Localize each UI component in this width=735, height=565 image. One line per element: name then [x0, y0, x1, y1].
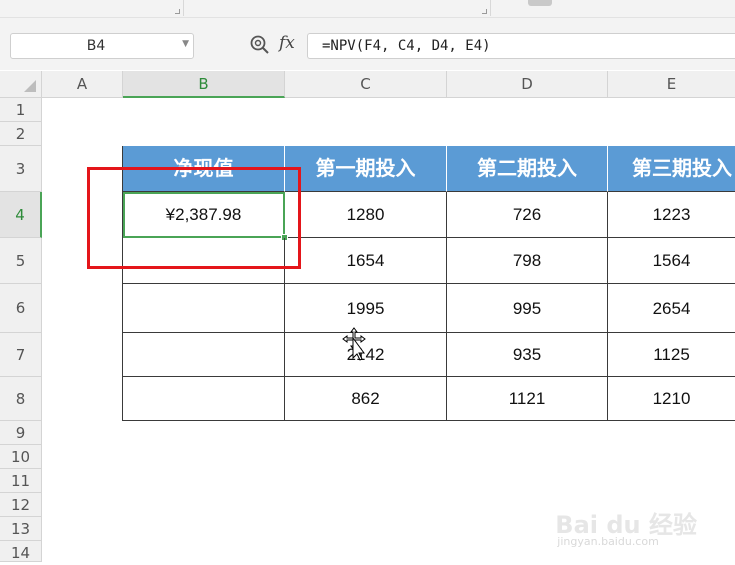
name-box-value: B4 — [86, 38, 106, 54]
cell-e7[interactable]: 1125 — [608, 333, 735, 377]
cell-d7[interactable]: 935 — [447, 333, 608, 377]
cell-e6[interactable]: 2654 — [608, 284, 735, 333]
cell-c7[interactable]: 2142 — [285, 333, 447, 377]
toolbar-strip — [0, 0, 735, 18]
header-cell-period2[interactable]: 第二期投入 — [447, 146, 608, 192]
column-header-c[interactable]: C — [285, 71, 447, 98]
header-cell-period3[interactable]: 第三期投入 — [608, 146, 735, 192]
cell-d6[interactable]: 995 — [447, 284, 608, 333]
cell-d4[interactable]: 726 — [447, 192, 608, 238]
column-header-d[interactable]: D — [447, 71, 608, 98]
highlight-box — [87, 167, 301, 269]
row-header-1[interactable]: 1 — [0, 98, 42, 122]
row-header-8[interactable]: 8 — [0, 377, 42, 421]
chevron-down-icon[interactable]: ▼ — [182, 39, 189, 49]
row-header-3[interactable]: 3 — [0, 146, 42, 192]
spreadsheet-grid: A B C D E 1 2 3 4 5 6 7 8 9 10 11 12 13 … — [0, 71, 735, 562]
header-cell-period1[interactable]: 第一期投入 — [285, 146, 447, 192]
cell-d8[interactable]: 1121 — [447, 377, 608, 421]
cell-e5[interactable]: 1564 — [608, 238, 735, 284]
group-expand-icon[interactable] — [482, 9, 487, 14]
row-header-12[interactable]: 12 — [0, 493, 42, 517]
cell-e4[interactable]: 1223 — [608, 192, 735, 238]
column-header-e[interactable]: E — [608, 71, 735, 98]
group-expand-icon[interactable] — [175, 9, 180, 14]
scroll-thumb[interactable] — [528, 0, 552, 6]
row-header-7[interactable]: 7 — [0, 333, 42, 377]
select-all-icon — [24, 80, 36, 92]
row-header-13[interactable]: 13 — [0, 517, 42, 541]
cell-b7[interactable] — [123, 333, 285, 377]
row-header-4[interactable]: 4 — [0, 192, 42, 238]
cell-c4[interactable]: 1280 — [285, 192, 447, 238]
row-header-9[interactable]: 9 — [0, 421, 42, 445]
row-header-10[interactable]: 10 — [0, 445, 42, 469]
watermark-logo: Bai du 经验 jingyan.baidu.com — [555, 505, 697, 548]
row-header-5[interactable]: 5 — [0, 238, 42, 284]
cell-c5[interactable]: 1654 — [285, 238, 447, 284]
cell-b8[interactable] — [123, 377, 285, 421]
select-all-button[interactable] — [0, 71, 42, 98]
formula-bar: B4 ▼ fx =NPV(F4, C4, D4, E4) — [0, 18, 735, 70]
insert-function-button[interactable]: fx — [279, 33, 295, 53]
cell-c6[interactable]: 1995 — [285, 284, 447, 333]
formula-text: =NPV(F4, C4, D4, E4) — [322, 38, 491, 54]
name-box[interactable]: B4 ▼ — [10, 33, 194, 59]
zoom-icon[interactable] — [249, 34, 271, 56]
cell-d5[interactable]: 798 — [447, 238, 608, 284]
column-header-a[interactable]: A — [42, 71, 123, 98]
row-header-11[interactable]: 11 — [0, 469, 42, 493]
row-header-2[interactable]: 2 — [0, 122, 42, 146]
move-cursor-icon — [342, 327, 366, 361]
toolbar-group — [184, 0, 491, 16]
column-header-b[interactable]: B — [123, 71, 285, 98]
cell-c8[interactable]: 862 — [285, 377, 447, 421]
row-header-6[interactable]: 6 — [0, 284, 42, 333]
cell-e8[interactable]: 1210 — [608, 377, 735, 421]
formula-input[interactable]: =NPV(F4, C4, D4, E4) — [307, 33, 735, 59]
row-header-14[interactable]: 14 — [0, 541, 42, 562]
toolbar-group — [0, 0, 184, 16]
cell-b6[interactable] — [123, 284, 285, 333]
watermark-url: jingyan.baidu.com — [557, 535, 659, 548]
